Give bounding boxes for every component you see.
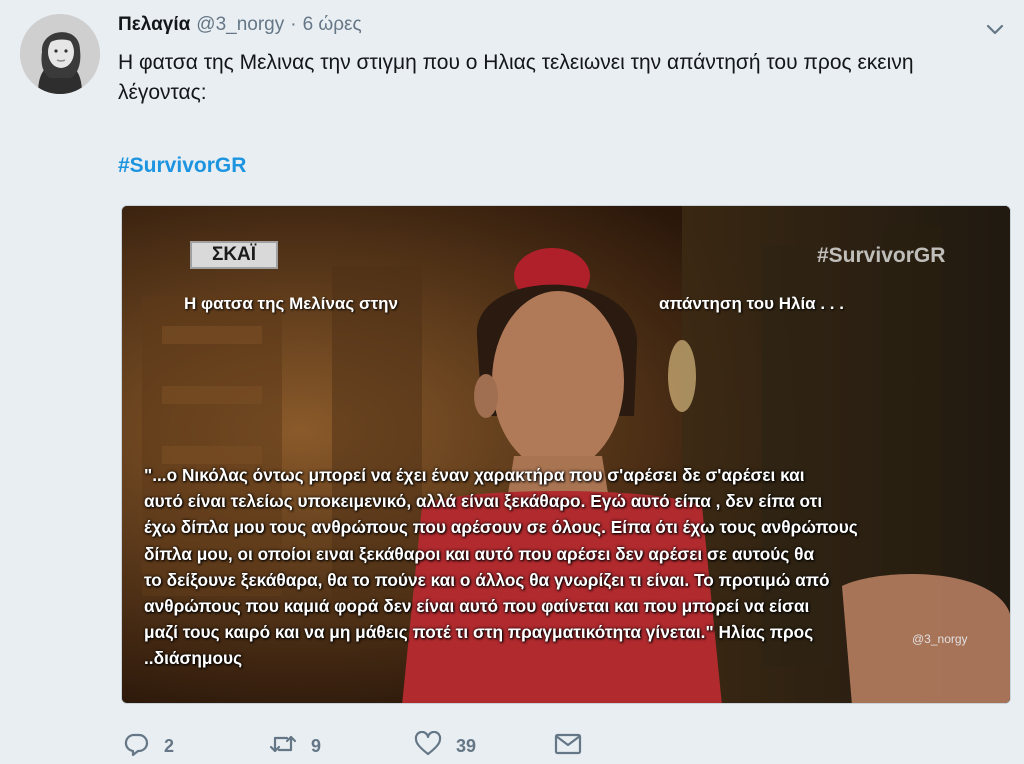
separator-dot: · <box>290 14 297 35</box>
image-credit: @3_norgy <box>912 632 968 646</box>
retweet-icon <box>269 731 297 762</box>
channel-logo: ΣΚΑΪ <box>190 241 278 269</box>
tweet-timestamp[interactable]: 6 ώρες <box>303 14 362 36</box>
retweet-button[interactable]: 9 <box>269 731 414 762</box>
avatar[interactable] <box>20 14 100 94</box>
author-name[interactable]: Πελαγία <box>118 14 190 36</box>
tweet-text: Η φατσα της Μελινας την στιγμη που ο Ηλι… <box>118 51 914 104</box>
retweet-count: 9 <box>311 735 322 756</box>
image-watermark: #SurvivorGR <box>817 244 946 267</box>
message-icon <box>554 732 582 761</box>
image-caption-left: Η φατσα της Μελίνας στην <box>184 294 398 313</box>
reply-button[interactable]: 2 <box>124 731 269 762</box>
direct-message-button[interactable] <box>554 732 582 761</box>
like-button[interactable]: 39 <box>414 730 554 762</box>
like-count: 39 <box>456 735 477 756</box>
image-caption-right: απάντηση του Ηλία . . . <box>659 294 844 313</box>
like-icon <box>414 730 442 762</box>
tweet-actions: 2 9 39 <box>124 730 582 762</box>
reply-count: 2 <box>164 735 175 756</box>
tweet: Πελαγία @3_norgy · 6 ώρες Η φατσα της Με… <box>0 0 1024 764</box>
reply-icon <box>124 731 150 762</box>
image-quote-text: "...ο Νικόλας όντως μπορεί να έχει έναν … <box>144 465 858 669</box>
caret-down-icon[interactable] <box>983 18 1007 42</box>
tweet-image[interactable]: ΣΚΑΪ #SurvivorGR Η φατσα της Μελίνας στη… <box>121 205 1011 704</box>
tweet-header: Πελαγία @3_norgy · 6 ώρες <box>118 14 362 40</box>
author-handle[interactable]: @3_norgy <box>196 14 284 36</box>
hashtag-link[interactable]: #SurvivorGR <box>118 154 246 178</box>
